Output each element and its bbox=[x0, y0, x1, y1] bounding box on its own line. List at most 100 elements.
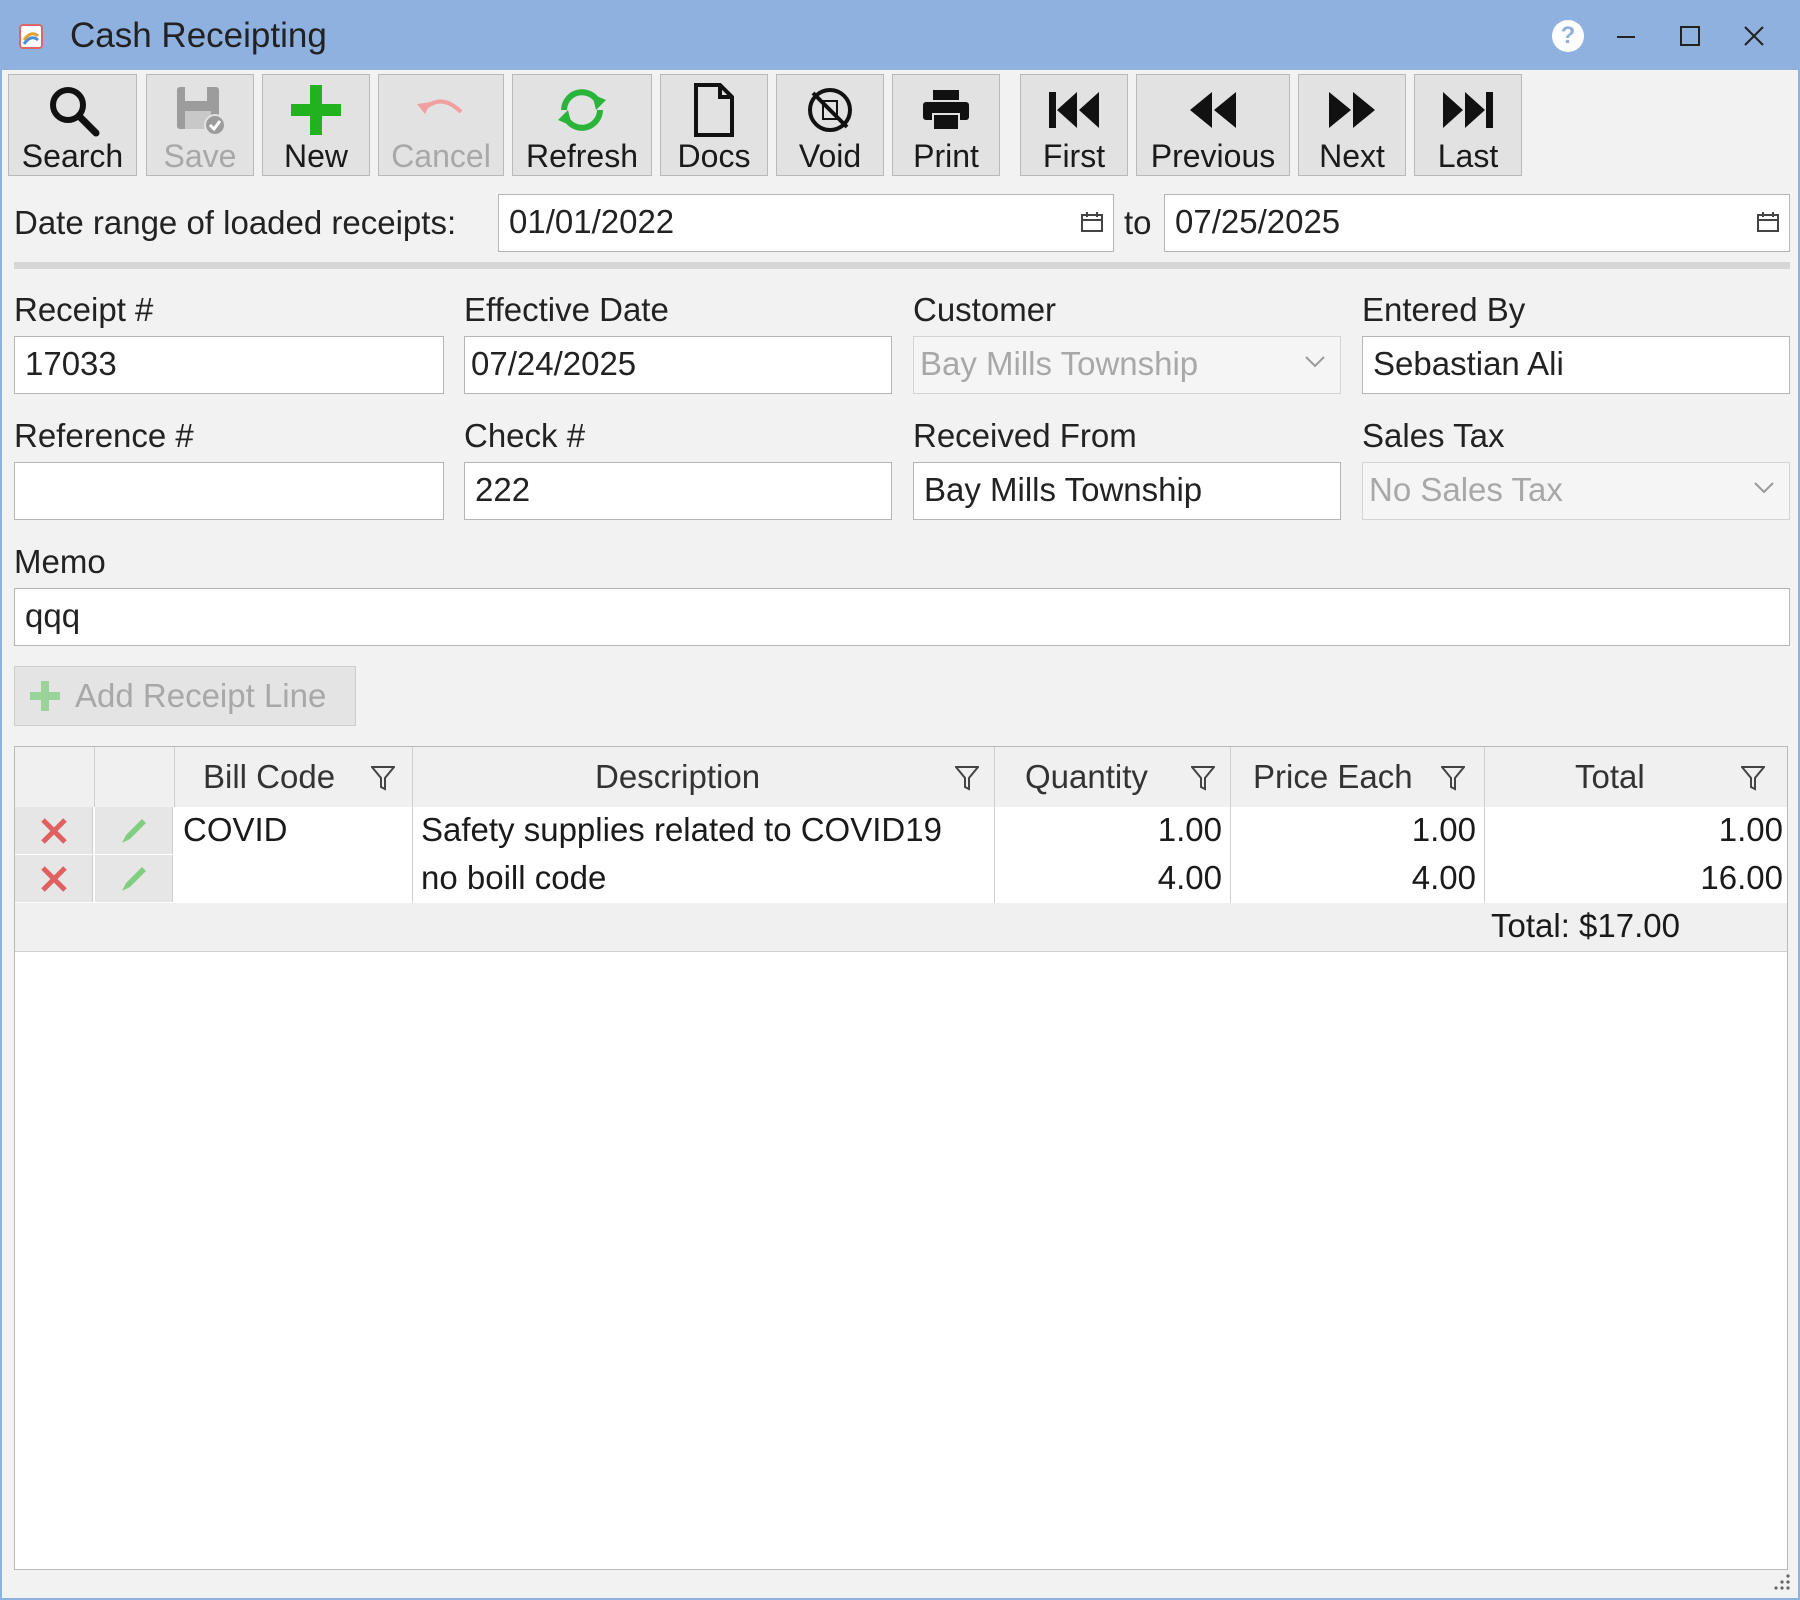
entered-by-value: Sebastian Ali bbox=[1373, 345, 1564, 382]
next-label: Next bbox=[1319, 138, 1385, 174]
effective-date-value: 07/24/2025 bbox=[471, 345, 637, 382]
close-icon bbox=[1744, 26, 1764, 46]
receipt-number-value: 17033 bbox=[25, 345, 117, 382]
refresh-label: Refresh bbox=[525, 138, 639, 174]
app-icon bbox=[19, 24, 43, 49]
edit-row-button[interactable] bbox=[95, 855, 173, 902]
minimize-button[interactable] bbox=[1604, 16, 1648, 56]
last-button[interactable]: Last bbox=[1414, 74, 1522, 176]
resize-grip-icon[interactable] bbox=[1772, 1572, 1792, 1592]
calendar-icon[interactable] bbox=[1757, 212, 1779, 232]
description-cell: Safety supplies related to COVID19 bbox=[413, 807, 995, 855]
delete-column-header bbox=[15, 747, 95, 807]
help-button[interactable]: ? bbox=[1546, 16, 1590, 56]
delete-row-button[interactable] bbox=[15, 855, 93, 902]
total-column-header[interactable]: Total bbox=[1485, 747, 1787, 807]
price-each-cell: 1.00 bbox=[1231, 807, 1485, 855]
calendar-icon[interactable] bbox=[1081, 212, 1103, 232]
previous-button[interactable]: Previous bbox=[1136, 74, 1290, 176]
entered-by-field[interactable]: Sebastian Ali bbox=[1362, 336, 1790, 394]
price-each-value: 1.00 bbox=[1411, 811, 1476, 848]
last-record-icon bbox=[1438, 81, 1498, 139]
check-number-value: 222 bbox=[475, 471, 531, 508]
chevron-down-icon bbox=[1305, 356, 1325, 368]
title-bar[interactable]: Cash Receipting ? bbox=[2, 2, 1798, 70]
new-button[interactable]: New bbox=[262, 74, 370, 176]
filter-icon[interactable] bbox=[1441, 765, 1465, 791]
delete-row-button[interactable] bbox=[15, 807, 93, 854]
total-cell: 16.00 bbox=[1485, 855, 1787, 903]
description-column-header[interactable]: Description bbox=[413, 747, 995, 807]
void-button[interactable]: Void bbox=[776, 74, 884, 176]
price-each-column-header[interactable]: Price Each bbox=[1231, 747, 1485, 807]
customer-select[interactable]: Bay Mills Township bbox=[913, 336, 1341, 394]
search-button[interactable]: Search bbox=[8, 74, 137, 176]
received-from-value: Bay Mills Township bbox=[924, 471, 1203, 508]
received-from-field[interactable]: Bay Mills Township bbox=[913, 462, 1341, 520]
add-receipt-line-label: Add Receipt Line bbox=[75, 677, 327, 714]
quantity-cell: 1.00 bbox=[995, 807, 1231, 855]
filter-icon[interactable] bbox=[1191, 765, 1215, 791]
save-button[interactable]: Save bbox=[146, 74, 254, 176]
memo-label: Memo bbox=[14, 543, 106, 580]
customer-value: Bay Mills Township bbox=[920, 345, 1199, 382]
sales-tax-label: Sales Tax bbox=[1362, 417, 1505, 454]
docs-label: Docs bbox=[677, 138, 751, 174]
maximize-icon bbox=[1680, 26, 1700, 46]
quantity-column-header[interactable]: Quantity bbox=[995, 747, 1231, 807]
date-range-from-field[interactable]: 01/01/2022 bbox=[498, 194, 1114, 252]
effective-date-field[interactable]: 07/24/2025 bbox=[464, 336, 892, 394]
next-button[interactable]: Next bbox=[1298, 74, 1406, 176]
first-button[interactable]: First bbox=[1020, 74, 1128, 176]
date-range-to-field[interactable]: 07/25/2025 bbox=[1164, 194, 1790, 252]
description-header-label: Description bbox=[595, 758, 761, 795]
help-icon: ? bbox=[1552, 20, 1584, 52]
description-value: Safety supplies related to COVID19 bbox=[421, 811, 942, 848]
first-record-icon bbox=[1044, 81, 1104, 139]
entered-by-label: Entered By bbox=[1362, 291, 1526, 328]
previous-record-icon bbox=[1183, 81, 1243, 139]
section-divider bbox=[14, 262, 1790, 269]
table-row[interactable]: COVID Safety supplies related to COVID19… bbox=[15, 807, 1787, 856]
new-label: New bbox=[283, 138, 348, 174]
cancel-button[interactable]: Cancel bbox=[378, 74, 504, 176]
check-number-label: Check # bbox=[464, 417, 586, 454]
price-each-cell: 4.00 bbox=[1231, 855, 1485, 903]
minimize-icon bbox=[1617, 36, 1635, 38]
delete-icon bbox=[40, 817, 67, 844]
search-icon bbox=[43, 81, 103, 139]
table-row[interactable]: no boill code 4.00 4.00 16.00 bbox=[15, 855, 1787, 904]
received-from-label: Received From bbox=[913, 417, 1137, 454]
memo-value: qqq bbox=[25, 597, 81, 634]
price-each-header-label: Price Each bbox=[1253, 758, 1413, 795]
quantity-cell: 4.00 bbox=[995, 855, 1231, 903]
add-receipt-line-button[interactable]: Add Receipt Line bbox=[14, 666, 356, 726]
window-title: Cash Receipting bbox=[70, 16, 327, 55]
filter-icon[interactable] bbox=[371, 765, 395, 791]
print-button[interactable]: Print bbox=[892, 74, 1000, 176]
last-label: Last bbox=[1437, 138, 1499, 174]
price-each-value: 4.00 bbox=[1411, 859, 1476, 896]
memo-field[interactable]: qqq bbox=[14, 588, 1790, 646]
effective-date-label: Effective Date bbox=[464, 291, 669, 328]
grand-total: Total: $17.00 bbox=[1491, 907, 1680, 944]
date-range-to-value: 07/25/2025 bbox=[1175, 203, 1341, 240]
check-number-field[interactable]: 222 bbox=[464, 462, 892, 520]
receipt-number-field[interactable]: 17033 bbox=[14, 336, 444, 394]
printer-icon bbox=[916, 81, 976, 139]
edit-row-button[interactable] bbox=[95, 807, 173, 854]
close-button[interactable] bbox=[1732, 16, 1776, 56]
refresh-icon bbox=[552, 81, 612, 139]
sales-tax-select[interactable]: No Sales Tax bbox=[1362, 462, 1790, 520]
sales-tax-value: No Sales Tax bbox=[1369, 471, 1563, 508]
void-icon bbox=[800, 81, 860, 139]
bill-code-column-header[interactable]: Bill Code bbox=[175, 747, 413, 807]
date-range-label: Date range of loaded receipts: bbox=[14, 204, 457, 241]
filter-icon[interactable] bbox=[955, 765, 979, 791]
docs-button[interactable]: Docs bbox=[660, 74, 768, 176]
maximize-button[interactable] bbox=[1668, 16, 1712, 56]
save-label: Save bbox=[163, 138, 237, 174]
reference-number-field[interactable] bbox=[14, 462, 444, 520]
refresh-button[interactable]: Refresh bbox=[512, 74, 652, 176]
filter-icon[interactable] bbox=[1741, 765, 1765, 791]
